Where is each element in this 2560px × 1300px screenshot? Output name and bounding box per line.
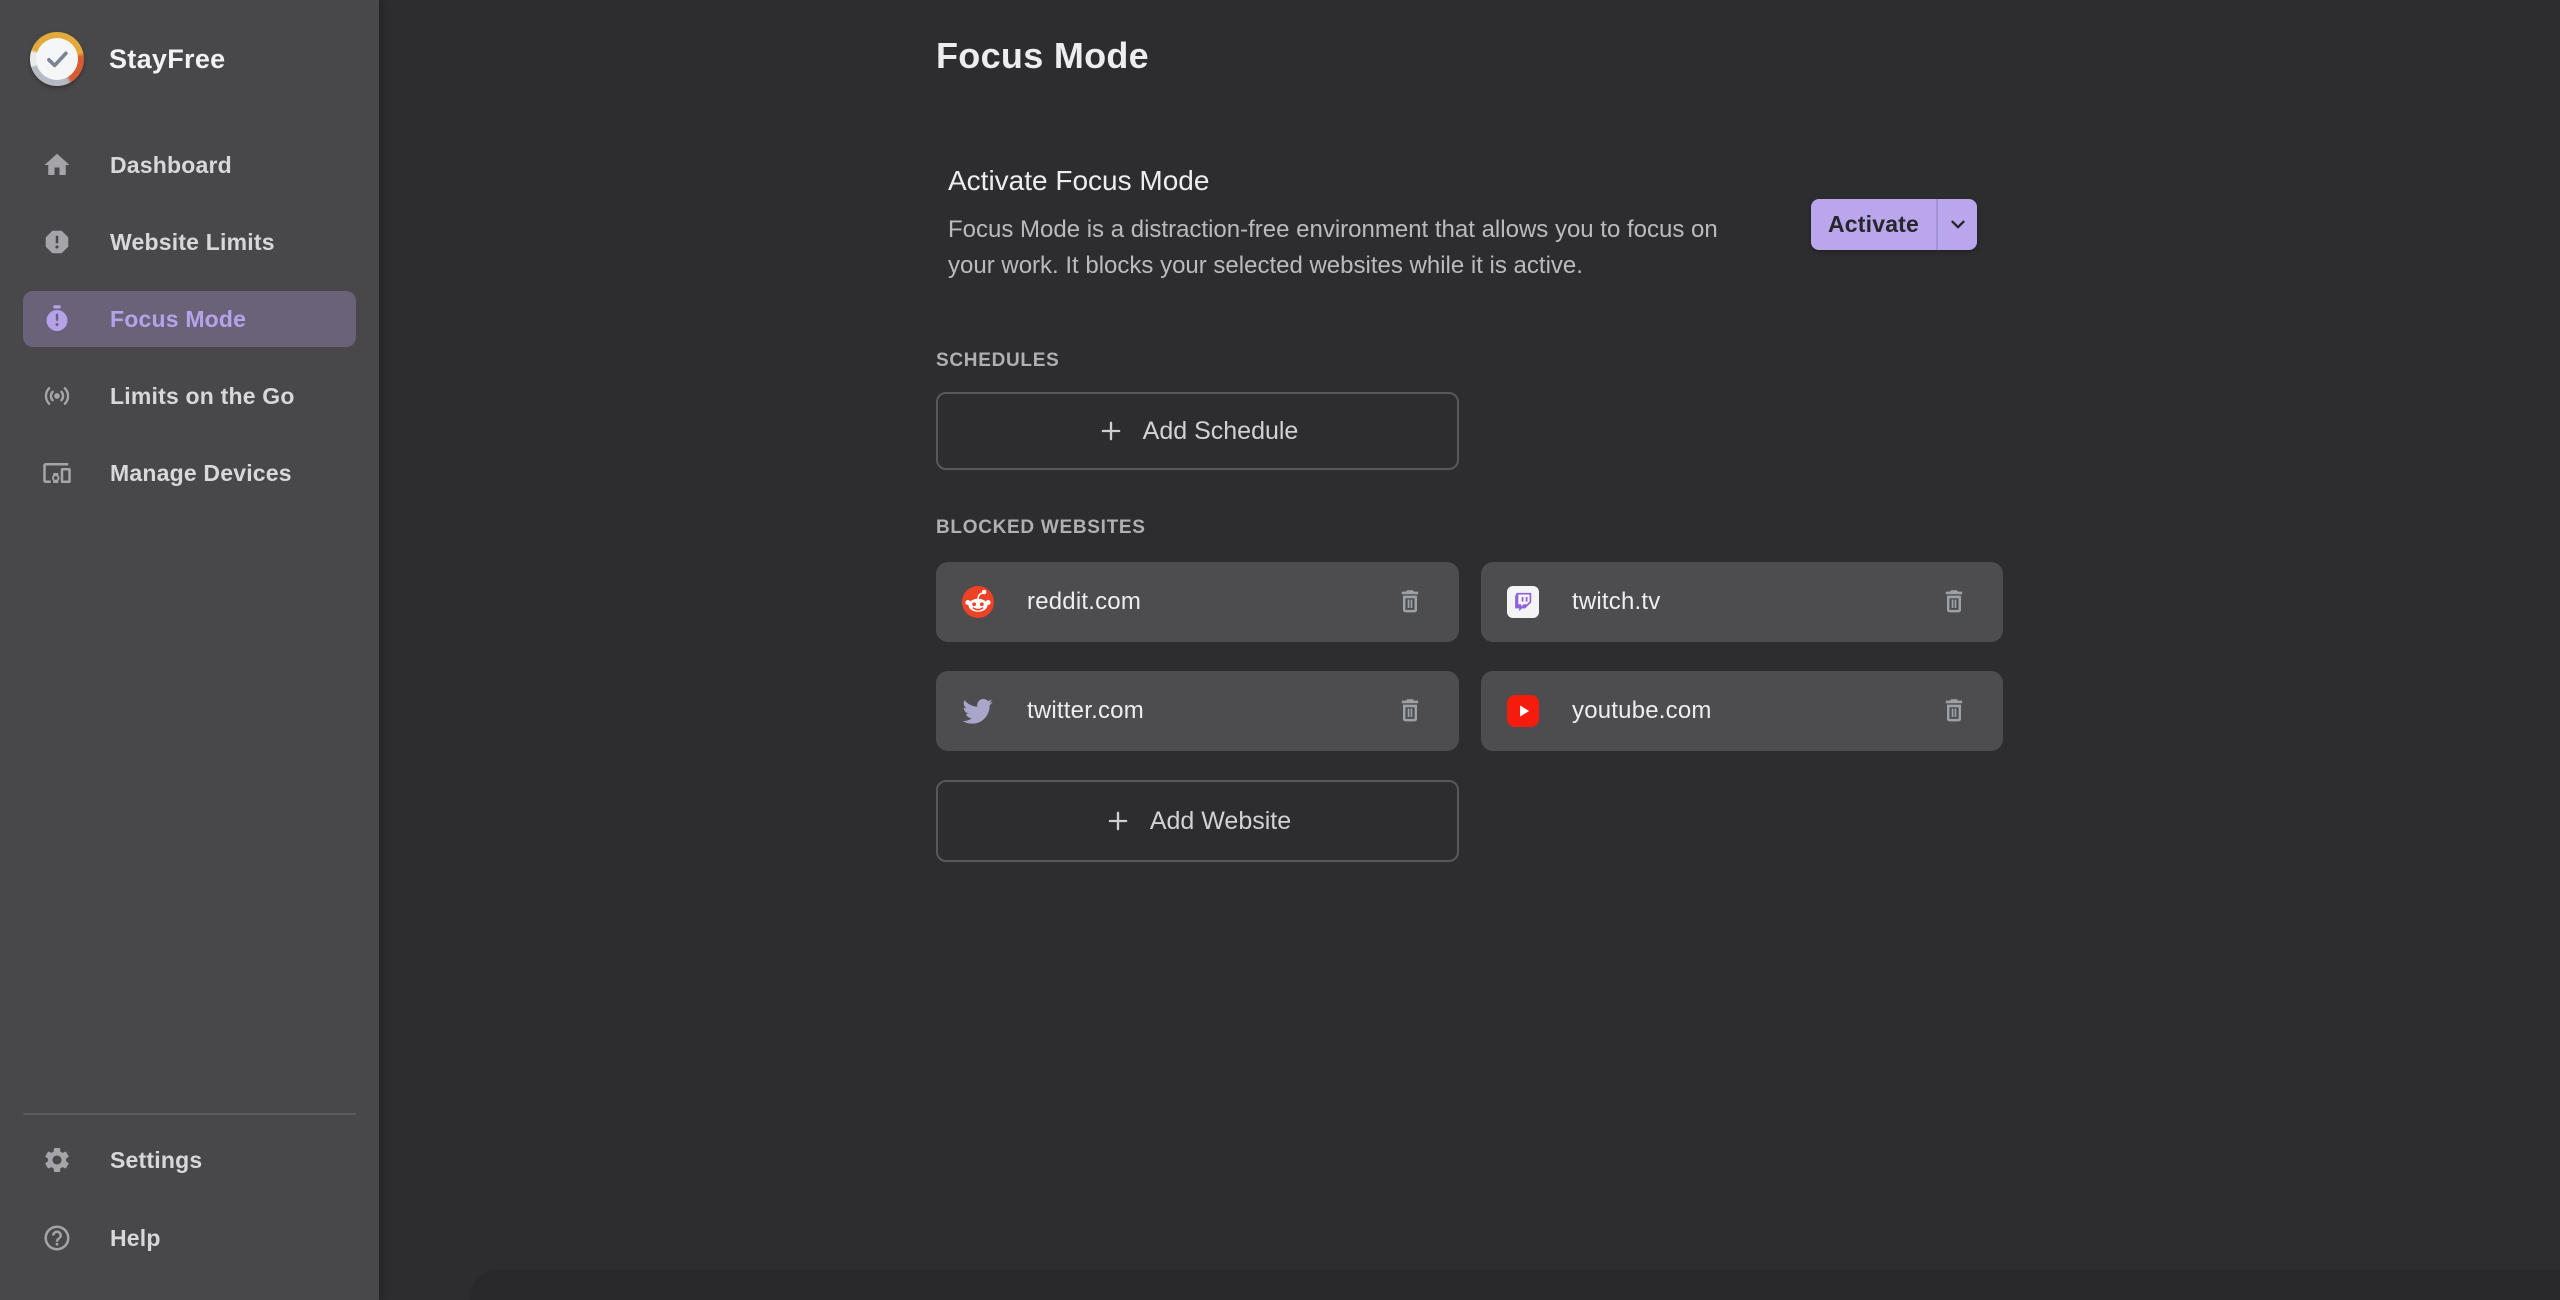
- activate-button[interactable]: Activate: [1811, 198, 1936, 250]
- sidebar-item-label: Limits on the Go: [110, 382, 295, 409]
- activate-options-button[interactable]: [1936, 198, 1977, 250]
- sidebar-item-label: Dashboard: [110, 151, 232, 178]
- site-name: twitter.com: [1027, 697, 1144, 724]
- site-name: youtube.com: [1572, 697, 1712, 724]
- add-website-button[interactable]: Add Website: [936, 780, 1459, 862]
- delete-site-button[interactable]: [1939, 695, 1969, 727]
- sidebar-nav: Dashboard Website Limits Focus Mode Limi…: [0, 137, 379, 501]
- activate-description-line: Focus Mode is a distraction-free environ…: [948, 216, 1718, 243]
- focus-mode-page: Focus Mode Activate Focus Mode Focus Mod…: [936, 0, 2003, 862]
- trash-icon: [1401, 590, 1419, 613]
- sidebar-item-dashboard[interactable]: Dashboard: [23, 137, 356, 193]
- stayfree-logo-icon: [30, 32, 84, 86]
- sidebar-item-limits-on-the-go[interactable]: Limits on the Go: [23, 368, 356, 424]
- blocked-site-twitch: twitch.tv: [1481, 562, 2003, 642]
- activate-text: Activate Focus Mode Focus Mode is a dist…: [936, 164, 1718, 284]
- sidebar-item-manage-devices[interactable]: Manage Devices: [23, 445, 356, 501]
- broadcast-icon: [42, 381, 72, 411]
- blocked-site-reddit: reddit.com: [936, 562, 1459, 642]
- plus-icon: [1108, 811, 1128, 831]
- chevron-down-icon: [1947, 213, 1969, 235]
- sidebar-item-website-limits[interactable]: Website Limits: [23, 214, 356, 270]
- trash-icon: [1945, 699, 1963, 722]
- devices-icon: [42, 458, 72, 488]
- bottom-panel-edge: [469, 1269, 2560, 1300]
- sidebar-footer: Settings Help: [0, 1113, 379, 1300]
- delete-site-button[interactable]: [1395, 695, 1425, 727]
- blocked-websites-label: BLOCKED WEBSITES: [936, 517, 1146, 538]
- delete-site-button[interactable]: [1939, 586, 1969, 618]
- sidebar-item-label: Settings: [110, 1146, 203, 1173]
- sidebar-divider: [23, 1113, 356, 1115]
- sidebar-item-focus-mode[interactable]: Focus Mode: [23, 291, 356, 347]
- trash-icon: [1945, 590, 1963, 613]
- blocked-site-youtube: youtube.com: [1481, 671, 2003, 751]
- activate-heading: Activate Focus Mode: [948, 165, 1210, 196]
- twitter-icon: [962, 695, 994, 727]
- gear-icon: [42, 1145, 72, 1175]
- page-title: Focus Mode: [936, 35, 1150, 76]
- app-logo: StayFree: [0, 0, 379, 86]
- site-name: reddit.com: [1027, 588, 1142, 615]
- timer-icon: [42, 304, 72, 334]
- main-area: Focus Mode Activate Focus Mode Focus Mod…: [379, 0, 2560, 1300]
- site-name: twitch.tv: [1572, 588, 1661, 615]
- sidebar-item-label: Manage Devices: [110, 459, 292, 486]
- add-website-label: Add Website: [1149, 806, 1292, 835]
- youtube-icon: [1507, 695, 1539, 727]
- activate-description: Focus Mode is a distraction-free environ…: [948, 212, 1718, 284]
- alert-octagon-icon: [42, 227, 72, 257]
- twitch-icon: [1507, 586, 1539, 618]
- sidebar-item-label: Focus Mode: [110, 305, 247, 332]
- home-icon: [42, 150, 72, 180]
- activate-section: Activate Focus Mode Focus Mode is a dist…: [936, 164, 2003, 284]
- trash-icon: [1401, 699, 1419, 722]
- sidebar-item-help[interactable]: Help: [23, 1210, 356, 1266]
- delete-site-button[interactable]: [1395, 586, 1425, 618]
- blocked-websites-list: reddit.com twitch.tv twitter.com youtube…: [936, 562, 2003, 862]
- schedules-label: SCHEDULES: [936, 350, 1060, 371]
- sidebar-item-label: Help: [110, 1224, 161, 1251]
- sidebar-item-settings[interactable]: Settings: [23, 1132, 356, 1188]
- app-name: StayFree: [109, 43, 226, 74]
- sidebar-item-label: Website Limits: [110, 228, 275, 255]
- add-schedule-button[interactable]: Add Schedule: [936, 392, 1459, 470]
- reddit-icon: [962, 586, 994, 618]
- add-schedule-label: Add Schedule: [1142, 416, 1299, 445]
- blocked-site-twitter: twitter.com: [936, 671, 1459, 751]
- help-circle-icon: [42, 1223, 72, 1253]
- plus-icon: [1101, 421, 1120, 441]
- sidebar: StayFree Dashboard Website Limits Focus …: [0, 0, 379, 1300]
- activate-split-button: Activate: [1811, 198, 1977, 250]
- activate-description-line: your work. It blocks your selected websi…: [948, 252, 1583, 279]
